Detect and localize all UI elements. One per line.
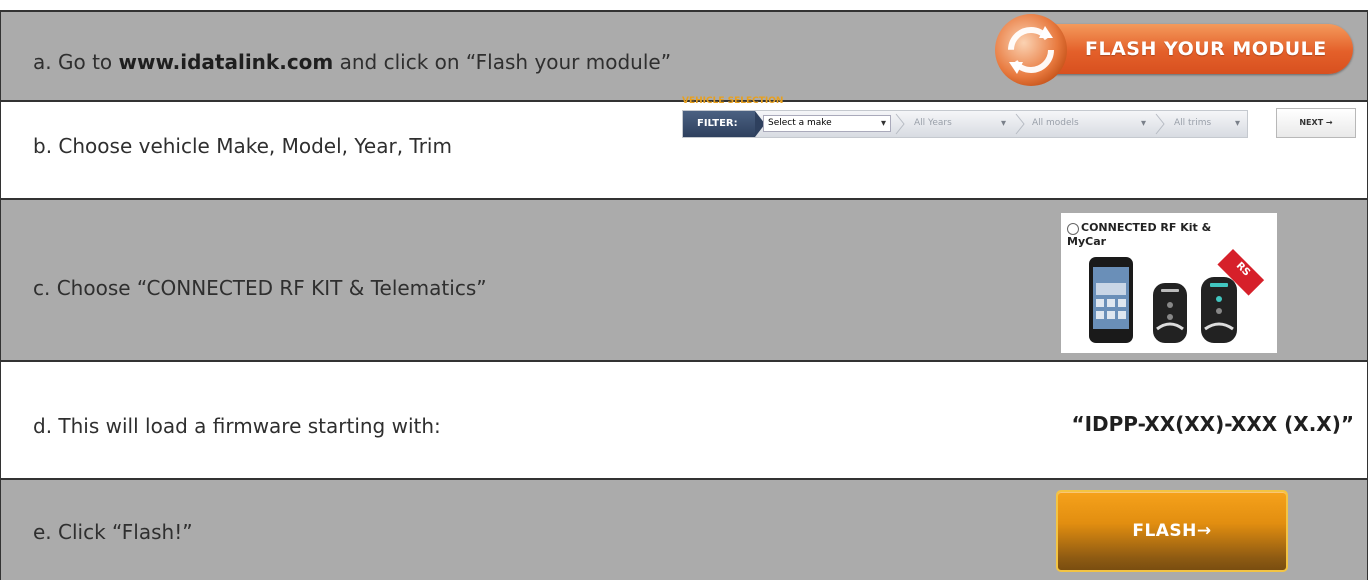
idatalink-link[interactable]: www.idatalink.com bbox=[119, 50, 334, 74]
instructions-sheet: a. Go to www.idatalink.com and click on … bbox=[0, 0, 1368, 580]
step-e-text: e. Click “Flash!” bbox=[33, 520, 193, 544]
chevron-down-icon: ▾ bbox=[1234, 118, 1240, 129]
flash-button[interactable]: FLASH→ bbox=[1056, 490, 1288, 572]
chevron-down-icon: ▾ bbox=[1000, 118, 1006, 129]
year-select[interactable]: All Years ▾ bbox=[909, 115, 1011, 132]
vehicle-selection-title: VEHICLE SELECTION bbox=[682, 96, 784, 106]
chevron-right-icon bbox=[1015, 113, 1025, 135]
chevron-right-icon bbox=[895, 113, 905, 135]
make-select[interactable]: Select a make ▾ bbox=[763, 115, 891, 132]
step-d-text: d. This will load a firmware starting wi… bbox=[33, 414, 441, 438]
step-a-text: a. Go to www.idatalink.com and click on … bbox=[33, 50, 672, 74]
kit-product-image bbox=[1089, 257, 1237, 343]
step-b-text: b. Choose vehicle Make, Model, Year, Tri… bbox=[33, 134, 452, 158]
refresh-icon bbox=[995, 14, 1067, 86]
trim-select[interactable]: All trims ▾ bbox=[1169, 115, 1245, 132]
chevron-down-icon: ▾ bbox=[880, 118, 886, 129]
vehicle-filter-bar: FILTER: Select a make ▾ All Years ▾ All mo… bbox=[682, 110, 1248, 138]
filter-label: FILTER: bbox=[683, 111, 765, 137]
step-c-text: c. Choose “CONNECTED RF KIT & Telematics… bbox=[33, 276, 487, 300]
next-button[interactable]: NEXT → bbox=[1276, 108, 1356, 138]
model-select[interactable]: All models ▾ bbox=[1027, 115, 1151, 132]
firmware-name: “IDPP-XX(XX)-XXX (X.X)” bbox=[1071, 412, 1354, 436]
connected-rf-kit-option[interactable]: CONNECTED RF Kit & MyCar RS bbox=[1061, 213, 1277, 353]
chevron-right-icon bbox=[1155, 113, 1165, 135]
flash-your-module-button[interactable]: FLASH YOUR MODULE bbox=[995, 14, 1355, 86]
step-a-row: a. Go to www.idatalink.com and click on … bbox=[0, 12, 1368, 100]
chevron-down-icon: ▾ bbox=[1140, 118, 1146, 129]
